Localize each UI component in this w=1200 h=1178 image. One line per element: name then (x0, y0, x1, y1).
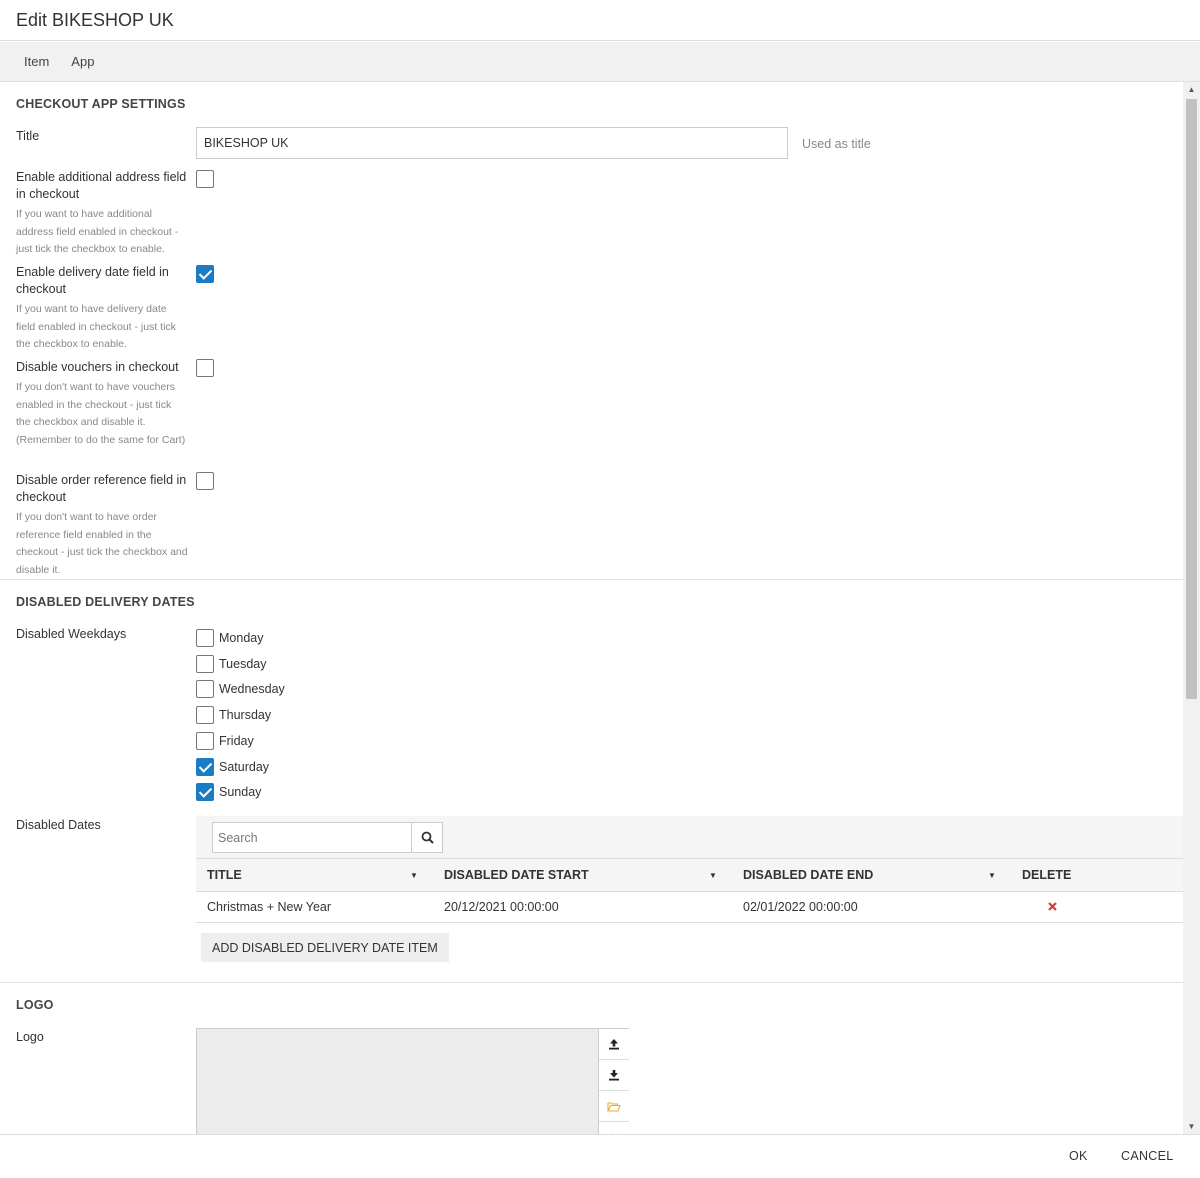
weekday-checkbox[interactable] (196, 629, 214, 647)
column-label: DELETE (1022, 868, 1072, 882)
weekday-sunday[interactable]: Sunday (196, 783, 261, 801)
sort-caret-icon[interactable]: ▼ (410, 871, 418, 880)
column-label: DISABLED DATE START (444, 868, 589, 882)
weekday-checkbox[interactable] (196, 758, 214, 776)
upload-icon (609, 1039, 619, 1050)
row-delete (1011, 900, 1183, 914)
tab-app[interactable]: App (60, 54, 105, 69)
weekday-label: Saturday (219, 760, 270, 774)
scroll-up-arrow-icon[interactable]: ▲ (1183, 82, 1200, 97)
browse-button[interactable] (599, 1091, 629, 1122)
weekday-label: Tuesday (219, 657, 267, 671)
download-button[interactable] (599, 1060, 629, 1091)
section-divider (0, 579, 1183, 580)
checkout-settings-title: CHECKOUT APP SETTINGS (16, 97, 186, 111)
cancel-button[interactable]: CANCEL (1121, 1149, 1174, 1163)
sort-caret-icon[interactable]: ▼ (988, 871, 996, 880)
tab-bar: Item App (0, 42, 1200, 82)
scroll-down-arrow-icon[interactable]: ▼ (1183, 1119, 1200, 1134)
logo-dropzone[interactable] (196, 1028, 629, 1134)
weekday-label: Wednesday (219, 682, 285, 696)
weekday-checkbox[interactable] (196, 680, 214, 698)
weekday-thursday[interactable]: Thursday (196, 706, 271, 724)
download-icon (609, 1070, 619, 1081)
upload-button[interactable] (599, 1029, 629, 1060)
weekday-checkbox[interactable] (196, 655, 214, 673)
scroll-thumb[interactable] (1186, 99, 1197, 699)
column-label: DISABLED DATE END (743, 868, 874, 882)
column-label: TITLE (207, 868, 242, 882)
disabled-dates-grid: TITLE ▼ DISABLED DATE START ▼ DISABLED D… (196, 816, 1183, 923)
disable-vouchers-checkbox[interactable] (196, 359, 214, 377)
add-disabled-date-button[interactable]: ADD DISABLED DELIVERY DATE ITEM (201, 933, 449, 962)
title-label: Title (16, 129, 40, 143)
row-start: 20/12/2021 00:00:00 (444, 900, 559, 914)
additional-address-help: If you want to have additional address f… (16, 208, 179, 255)
disabled-dates-label: Disabled Dates (16, 818, 101, 832)
folder-open-icon (607, 1101, 621, 1112)
delivery-dates-title: DISABLED DELIVERY DATES (16, 595, 195, 609)
order-reference-checkbox[interactable] (196, 472, 214, 490)
weekday-friday[interactable]: Friday (196, 732, 254, 750)
column-header-end[interactable]: DISABLED DATE END ▼ (732, 868, 1011, 882)
column-header-start[interactable]: DISABLED DATE START ▼ (433, 868, 732, 882)
dialog-header: Edit BIKESHOP UK (0, 0, 1200, 41)
weekday-checkbox[interactable] (196, 783, 214, 801)
row-title: Christmas + New Year (207, 900, 332, 914)
search-button[interactable] (411, 823, 442, 852)
additional-address-label: Enable additional address field in check… (16, 170, 187, 201)
column-header-delete: DELETE (1011, 868, 1183, 882)
sort-caret-icon[interactable]: ▼ (709, 871, 717, 880)
column-header-title[interactable]: TITLE ▼ (196, 868, 433, 882)
disabled-weekdays-label: Disabled Weekdays (16, 627, 127, 641)
weekday-label: Monday (219, 631, 264, 645)
weekday-label: Friday (219, 734, 254, 748)
weekday-checkbox[interactable] (196, 706, 214, 724)
weekday-tuesday[interactable]: Tuesday (196, 655, 266, 673)
weekday-checkbox[interactable] (196, 732, 214, 750)
weekday-wednesday[interactable]: Wednesday (196, 680, 285, 698)
logo-section-title: LOGO (16, 998, 54, 1012)
search-icon (421, 831, 434, 844)
logo-toolbar (598, 1029, 629, 1134)
ok-button[interactable]: OK (1069, 1149, 1088, 1163)
delivery-date-label: Enable delivery date field in checkout (16, 265, 169, 296)
disable-vouchers-help: If you don't want to have vouchers enabl… (16, 381, 186, 446)
order-reference-label: Disable order reference field in checkou… (16, 473, 187, 504)
delivery-date-help: If you want to have delivery date field … (16, 303, 176, 350)
dialog-content[interactable]: CHECKOUT APP SETTINGS Title Used as titl… (0, 82, 1183, 1134)
vertical-scrollbar[interactable]: ▲ ▼ (1183, 82, 1200, 1134)
title-input[interactable] (196, 127, 788, 159)
dialog-footer: OK CANCEL (0, 1134, 1200, 1178)
table-row[interactable]: Christmas + New Year 20/12/2021 00:00:00… (196, 892, 1183, 923)
delete-icon[interactable] (1048, 902, 1057, 911)
disable-vouchers-label: Disable vouchers in checkout (16, 360, 179, 374)
delivery-date-checkbox[interactable] (196, 265, 214, 283)
weekday-monday[interactable]: Monday (196, 629, 263, 647)
weekday-label: Thursday (219, 708, 272, 722)
weekday-saturday[interactable]: Saturday (196, 758, 269, 776)
clear-button[interactable] (599, 1122, 629, 1134)
search-box (212, 822, 443, 853)
title-note: Used as title (802, 137, 871, 151)
row-end: 02/01/2022 00:00:00 (743, 900, 858, 914)
order-reference-help: If you don't want to have order referenc… (16, 511, 188, 576)
tab-item[interactable]: Item (13, 54, 60, 69)
table-header: TITLE ▼ DISABLED DATE START ▼ DISABLED D… (196, 859, 1183, 892)
additional-address-checkbox[interactable] (196, 170, 214, 188)
disabled-dates-table: TITLE ▼ DISABLED DATE START ▼ DISABLED D… (196, 858, 1183, 923)
weekday-label: Sunday (219, 785, 262, 799)
dialog-title: Edit BIKESHOP UK (16, 10, 174, 30)
logo-label: Logo (16, 1030, 44, 1044)
search-input[interactable] (213, 823, 411, 852)
section-divider (0, 982, 1183, 983)
